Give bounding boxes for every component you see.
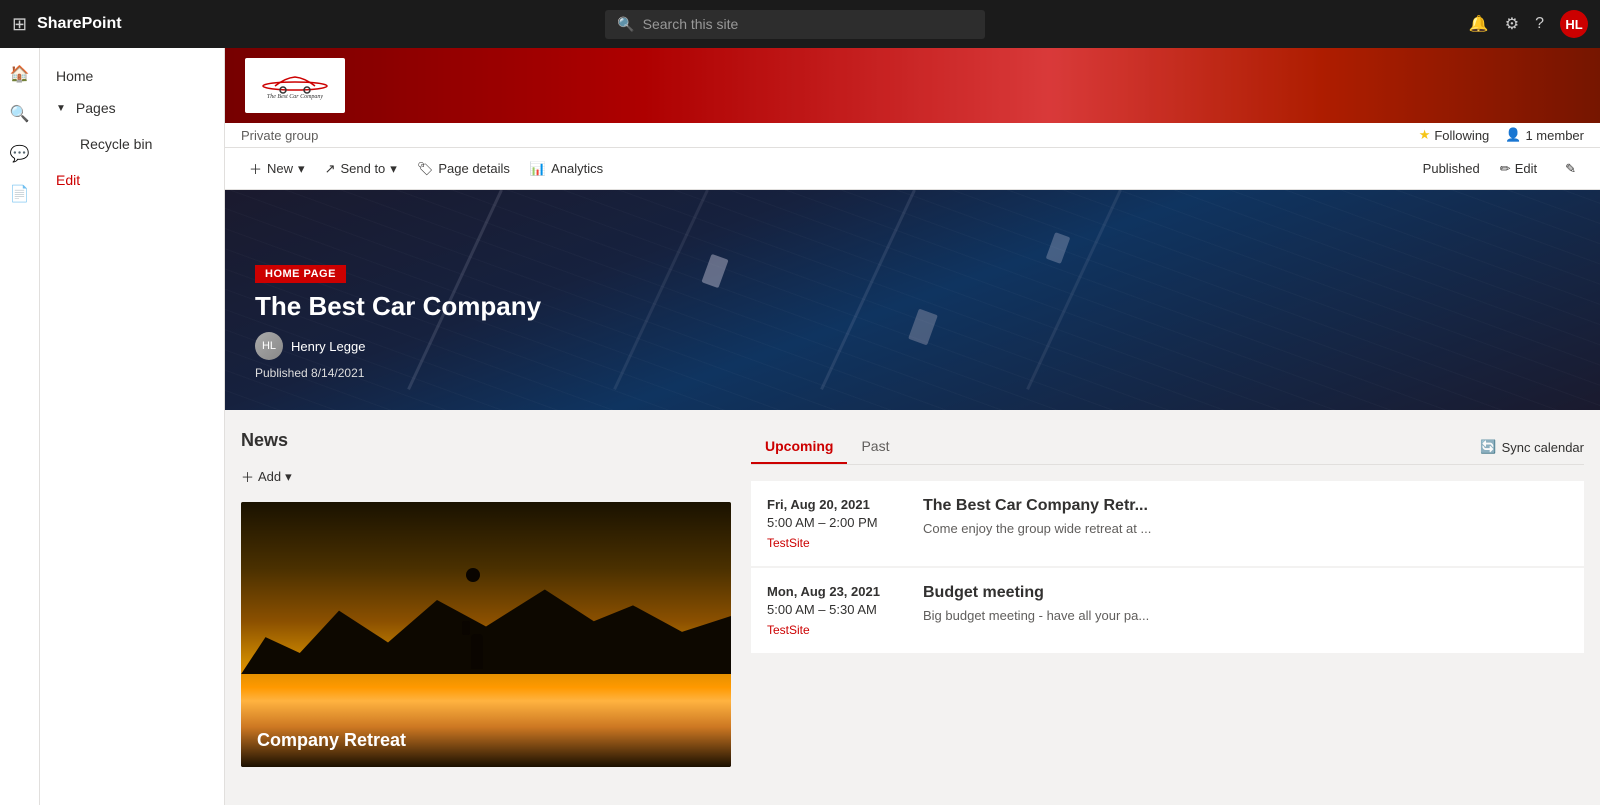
page-content: The Best Car Company Private group ★ Fol… [225, 48, 1600, 805]
private-group-label: Private group [241, 128, 318, 143]
new-plus-icon: ＋ [249, 159, 262, 178]
edit-alt-icon: ✎ [1565, 161, 1576, 177]
event-desc-0: Come enjoy the group wide retreat at ... [923, 521, 1151, 536]
news-add-chevron-icon: ▾ [285, 469, 292, 485]
analytics-icon: 📊 [530, 161, 546, 177]
sync-icon: 🔄 [1480, 439, 1496, 455]
edit-alt-button[interactable]: ✎ [1557, 156, 1584, 182]
event-time-0: 5:00 AM – 2:00 PM [767, 515, 907, 530]
news-section-title: News [241, 430, 731, 451]
hero-badge: HOME PAGE [255, 265, 346, 283]
help-icon[interactable]: ? [1535, 15, 1544, 33]
action-bar-left: ＋ New ▾ ↗ Send to ▾ 🏷 Page details 📊 Ana… [241, 154, 611, 183]
search-icon: 🔍 [617, 16, 634, 33]
event-item-0: Fri, Aug 20, 2021 5:00 AM – 2:00 PM Test… [751, 481, 1584, 566]
top-nav-bar: ⊞ SharePoint 🔍 🔔 ⚙ ? HL [0, 0, 1600, 48]
events-list: Fri, Aug 20, 2021 5:00 AM – 2:00 PM Test… [751, 481, 1584, 653]
waffle-menu-icon[interactable]: ⊞ [12, 14, 27, 35]
page-details-icon: 🏷 [417, 161, 434, 177]
main-wrapper: 🏠 🔍 💬 📄 Home ▼ Pages Recycle bin Edit [40, 48, 1600, 805]
hero-published: Published 8/14/2021 [255, 366, 541, 380]
event-title-col-0: The Best Car Company Retr... Come enjoy … [923, 497, 1151, 550]
event-date-1: Mon, Aug 23, 2021 [767, 584, 907, 599]
following-star-icon: ★ [1419, 127, 1431, 143]
svg-text:The Best Car Company: The Best Car Company [267, 94, 324, 100]
hero-author: HL Henry Legge [255, 332, 541, 360]
event-date-col-1: Mon, Aug 23, 2021 5:00 AM – 5:30 AM Test… [767, 584, 907, 637]
site-header-bar: Private group ★ Following 👤 1 member [225, 123, 1600, 148]
search-box: 🔍 [605, 10, 985, 39]
page-hero: HOME PAGE The Best Car Company HL Henry … [225, 190, 1600, 410]
members-info: 👤 1 member [1505, 127, 1584, 143]
author-avatar: HL [255, 332, 283, 360]
events-tab-upcoming[interactable]: Upcoming [751, 430, 847, 464]
hero-content: HOME PAGE The Best Car Company HL Henry … [255, 264, 541, 380]
events-tab-past[interactable]: Past [847, 430, 903, 464]
event-site-1[interactable]: TestSite [767, 623, 907, 637]
news-section: News ＋ Add ▾ [241, 430, 731, 767]
event-date-0: Fri, Aug 20, 2021 [767, 497, 907, 512]
news-card-title: Company Retreat [257, 730, 406, 751]
event-title-1: Budget meeting [923, 584, 1149, 602]
nav-recycle-bin[interactable]: Recycle bin [64, 128, 208, 160]
settings-icon[interactable]: ⚙ [1505, 14, 1519, 34]
car-logo-svg: The Best Car Company [255, 68, 335, 103]
edit-button[interactable]: ✏ Edit [1492, 156, 1545, 182]
site-banner-overlay: The Best Car Company [225, 48, 1600, 123]
author-name: Henry Legge [291, 339, 365, 354]
news-card[interactable]: Company Retreat [241, 502, 731, 767]
news-add-plus-icon: ＋ [241, 467, 254, 486]
events-tabs: Upcoming Past 🔄 Sync calendar [751, 430, 1584, 465]
user-avatar[interactable]: HL [1560, 10, 1588, 38]
nav-edit[interactable]: Edit [40, 164, 224, 196]
page-details-button[interactable]: 🏷 Page details [409, 156, 518, 182]
site-banner: The Best Car Company [225, 48, 1600, 123]
pages-chevron-icon: ▼ [56, 103, 66, 114]
action-bar: ＋ New ▾ ↗ Send to ▾ 🏷 Page details 📊 Ana… [225, 148, 1600, 190]
members-icon: 👤 [1505, 127, 1521, 143]
event-time-1: 5:00 AM – 5:30 AM [767, 602, 907, 617]
send-to-button[interactable]: ↗ Send to ▾ [317, 156, 405, 182]
event-desc-1: Big budget meeting - have all your pa... [923, 608, 1149, 623]
notifications-icon[interactable]: 🔔 [1469, 14, 1489, 34]
send-to-icon: ↗ [325, 161, 336, 177]
event-title-col-1: Budget meeting Big budget meeting - have… [923, 584, 1149, 637]
new-button[interactable]: ＋ New ▾ [241, 154, 313, 183]
news-add-button[interactable]: ＋ Add ▾ [241, 463, 292, 490]
event-title-0: The Best Car Company Retr... [923, 497, 1151, 515]
content-area: News ＋ Add ▾ [225, 410, 1600, 787]
edit-pencil-icon: ✏ [1500, 161, 1511, 177]
nav-home[interactable]: Home [40, 60, 224, 92]
send-to-chevron-icon: ▾ [390, 161, 397, 177]
sync-calendar-button[interactable]: 🔄 Sync calendar [1480, 430, 1584, 464]
news-card-image [241, 502, 731, 767]
events-header: Upcoming Past 🔄 Sync calendar [751, 430, 1584, 481]
events-section: Upcoming Past 🔄 Sync calendar Fri, Aug 2… [751, 430, 1584, 767]
analytics-button[interactable]: 📊 Analytics [522, 156, 611, 182]
following-button[interactable]: ★ Following [1419, 127, 1490, 143]
published-label: Published [1423, 161, 1480, 176]
site-logo: The Best Car Company [245, 58, 345, 113]
new-chevron-icon: ▾ [298, 161, 305, 177]
action-bar-right: Published ✏ Edit ✎ [1423, 156, 1584, 182]
event-item-1: Mon, Aug 23, 2021 5:00 AM – 5:30 AM Test… [751, 568, 1584, 653]
search-input[interactable] [643, 16, 974, 32]
event-date-col-0: Fri, Aug 20, 2021 5:00 AM – 2:00 PM Test… [767, 497, 907, 550]
secondary-sidebar: Home ▼ Pages Recycle bin Edit [40, 48, 225, 805]
event-site-0[interactable]: TestSite [767, 536, 907, 550]
hero-title: The Best Car Company [255, 291, 541, 322]
sharepoint-brand-label: SharePoint [37, 15, 121, 33]
nav-pages[interactable]: ▼ Pages [40, 92, 224, 124]
